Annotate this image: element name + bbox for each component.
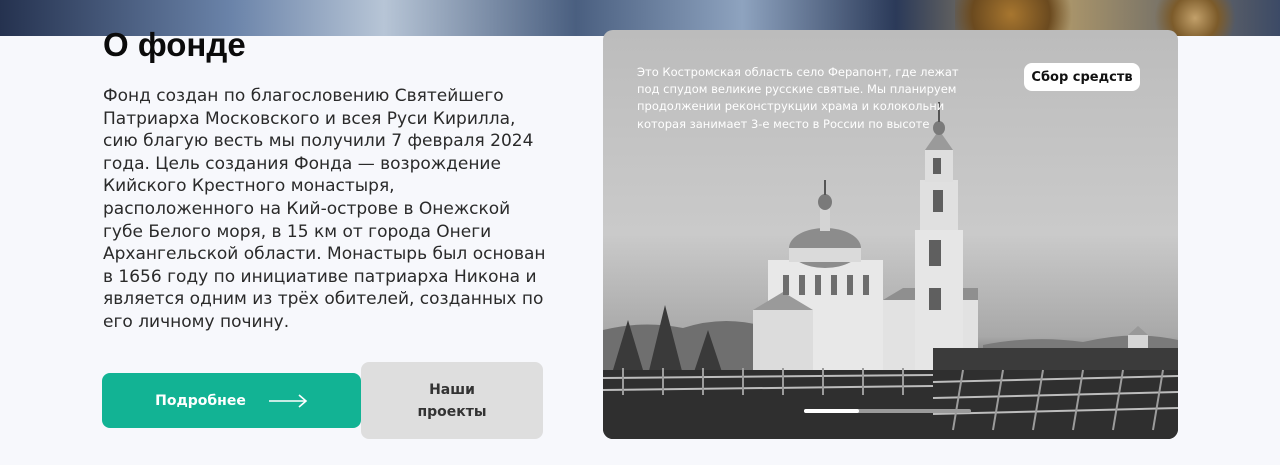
our-projects-button[interactable]: Наши проекты bbox=[361, 362, 543, 439]
about-description: Фонд создан по благословению Святейшего … bbox=[103, 86, 546, 332]
more-button[interactable]: Подробнее bbox=[102, 373, 361, 428]
slider-progress-fill bbox=[804, 409, 860, 413]
our-projects-label: Наши проекты bbox=[417, 381, 487, 420]
slide-caption: Это Костромская область село Ферапонт, г… bbox=[637, 65, 959, 131]
arrow-right-icon bbox=[268, 393, 308, 408]
image-slider[interactable]: Это Костромская область село Ферапонт, г… bbox=[603, 30, 1178, 439]
page-title: О фонде bbox=[103, 26, 246, 63]
slider-progress[interactable] bbox=[804, 409, 971, 413]
more-button-label: Подробнее bbox=[155, 392, 246, 409]
fundraising-badge[interactable]: Сбор средств bbox=[1024, 63, 1140, 91]
